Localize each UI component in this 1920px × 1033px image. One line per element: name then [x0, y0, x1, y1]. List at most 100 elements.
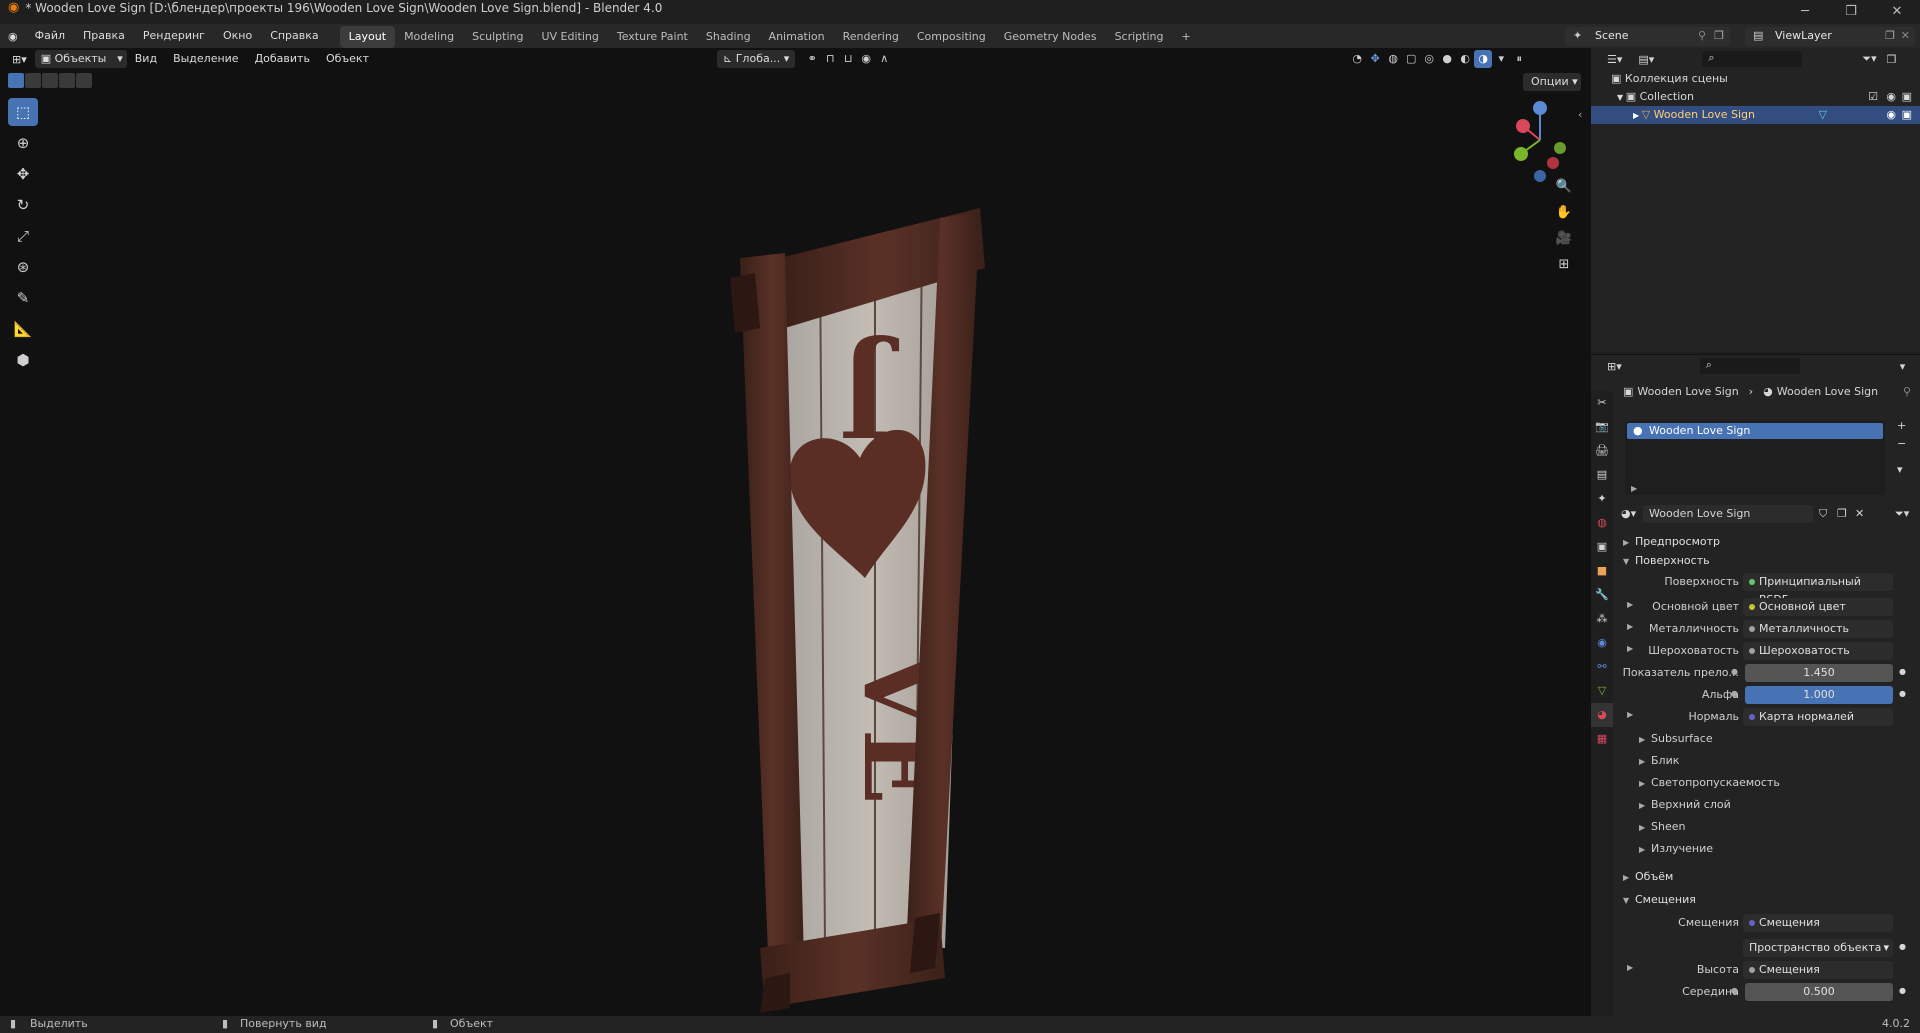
keyframe-dot-icon[interactable]: ●: [1899, 689, 1906, 698]
menu-edit[interactable]: Правка: [74, 24, 134, 48]
menu-help[interactable]: Справка: [261, 24, 327, 48]
subpanel-coat[interactable]: ▶ Верхний слой: [1639, 796, 1731, 814]
pin-icon[interactable]: ⚲: [1698, 29, 1706, 42]
socket-dot-icon[interactable]: ●: [1731, 667, 1738, 676]
pause-icon[interactable]: ⏸: [1510, 50, 1528, 68]
new-scene-icon[interactable]: ❐: [1714, 29, 1724, 42]
subpanel-emission[interactable]: ▶ Излучение: [1639, 840, 1713, 858]
expand-down-icon[interactable]: ▼: [1617, 93, 1626, 102]
maximize-button[interactable]: ❐: [1828, 0, 1874, 24]
material-selector[interactable]: ◕▾ Wooden Love Sign ⛉ ❐ ✕ ⏷▾: [1619, 505, 1915, 523]
eye-icon[interactable]: ◉: [1886, 106, 1896, 124]
filter-icon[interactable]: ⏷▾: [1895, 507, 1909, 521]
tab-compositing[interactable]: Compositing: [908, 26, 995, 48]
proportional-edit-icon[interactable]: ◉: [857, 50, 875, 68]
camera-view-icon[interactable]: 🎥: [1553, 228, 1575, 250]
material-tab-icon[interactable]: ◕: [1591, 703, 1613, 727]
add-slot-icon[interactable]: +: [1897, 419, 1906, 432]
roughness-field[interactable]: Шероховатость: [1743, 642, 1893, 660]
collection-tab-icon[interactable]: ▣: [1591, 535, 1613, 559]
tab-layout[interactable]: Layout: [339, 26, 396, 48]
transform-tool-icon[interactable]: ⊛: [8, 253, 38, 281]
blender-menu-icon[interactable]: ◉: [0, 30, 26, 43]
select-intersect-icon[interactable]: [76, 73, 92, 88]
expand-right-icon[interactable]: ▶: [1633, 111, 1642, 120]
modifier-tab-icon[interactable]: 🔧: [1591, 583, 1613, 607]
pin-icon[interactable]: ⚲: [1903, 385, 1911, 398]
menu-window[interactable]: Окно: [214, 24, 261, 48]
material-slot-list[interactable]: ● Wooden Love Sign ▶: [1625, 421, 1885, 495]
rendered-shading-icon[interactable]: ◑: [1474, 50, 1493, 68]
new-viewlayer-icon[interactable]: ❐: [1885, 29, 1895, 42]
select-invert-icon[interactable]: [59, 73, 75, 88]
subpanel-specular[interactable]: ▶ Блик: [1639, 752, 1679, 770]
particles-tab-icon[interactable]: ⁂: [1591, 607, 1613, 631]
outliner-editor-icon[interactable]: ☰▾: [1591, 53, 1630, 66]
remove-slot-icon[interactable]: −: [1897, 437, 1906, 450]
filter-icon[interactable]: ⏷▾: [1862, 52, 1876, 66]
tool-tab-icon[interactable]: ✂: [1591, 391, 1613, 415]
camera-render-icon[interactable]: ▣: [1902, 88, 1912, 106]
tab-animation[interactable]: Animation: [760, 26, 834, 48]
navigation-gizmo[interactable]: [1505, 98, 1575, 183]
neg-z-axis-icon[interactable]: [1534, 170, 1546, 182]
snap-target-icon[interactable]: ⊔: [839, 50, 857, 68]
move-tool-icon[interactable]: ✥: [8, 160, 38, 188]
base-color-field[interactable]: Основной цвет: [1743, 598, 1893, 616]
zoom-icon[interactable]: 🔍: [1553, 176, 1575, 198]
tab-rendering[interactable]: Rendering: [834, 26, 908, 48]
cursor-tool-icon[interactable]: ⊕: [8, 129, 38, 157]
tab-modeling[interactable]: Modeling: [395, 26, 463, 48]
options-dropdown[interactable]: Опции ▾: [1523, 73, 1581, 91]
metallic-field[interactable]: Металличность: [1743, 620, 1893, 638]
texture-tab-icon[interactable]: ▦: [1591, 727, 1613, 751]
height-field[interactable]: Смещения: [1743, 961, 1893, 979]
select-new-icon[interactable]: [8, 73, 24, 88]
close-button[interactable]: ✕: [1874, 0, 1920, 24]
select-extend-icon[interactable]: [25, 73, 41, 88]
annotate-tool-icon[interactable]: ✎: [8, 284, 38, 312]
add-cube-tool-icon[interactable]: ⬢: [8, 346, 38, 374]
remove-viewlayer-icon[interactable]: ✕: [1901, 29, 1910, 42]
outliner-search-icon[interactable]: ⌕: [1702, 51, 1803, 67]
x-axis-icon[interactable]: [1516, 119, 1530, 133]
snap-icon[interactable]: ⊓: [821, 50, 839, 68]
world-tab-icon[interactable]: ◍: [1591, 511, 1613, 535]
subpanel-subsurface[interactable]: ▶ Subsurface: [1639, 730, 1713, 748]
space-dropdown[interactable]: Пространство объекта ▾: [1743, 939, 1893, 957]
menu-render[interactable]: Рендеринг: [134, 24, 214, 48]
data-tab-icon[interactable]: ▽: [1591, 679, 1613, 703]
tab-texture-paint[interactable]: Texture Paint: [608, 26, 697, 48]
checkbox-icon[interactable]: ☑: [1868, 88, 1878, 106]
pan-hand-icon[interactable]: ✋: [1553, 202, 1575, 224]
outliner-row-object[interactable]: ▶ ▽ Wooden Love Sign ▽ ◉ ▣: [1591, 106, 1920, 124]
falloff-icon[interactable]: ∧: [875, 50, 893, 68]
wooden-love-sign-object[interactable]: J VE: [660, 128, 1060, 1028]
display-mode-icon[interactable]: ▤▾: [1630, 53, 1662, 66]
expand-right-icon[interactable]: ▶: [1631, 484, 1637, 493]
object-tab-icon[interactable]: ■: [1591, 559, 1613, 583]
constraints-tab-icon[interactable]: ⚯: [1591, 655, 1613, 679]
section-preview[interactable]: ▶ Предпросмотр: [1623, 533, 1720, 551]
pivot-icon[interactable]: ⚭: [803, 50, 821, 68]
expand-right-icon[interactable]: ▶: [1627, 622, 1633, 631]
subpanel-sheen[interactable]: ▶ Sheen: [1639, 818, 1685, 836]
unlink-icon[interactable]: ✕: [1855, 507, 1864, 520]
select-subtract-icon[interactable]: [42, 73, 58, 88]
minimize-button[interactable]: ─: [1782, 0, 1828, 24]
expand-right-icon[interactable]: ▶: [1627, 644, 1633, 653]
menu-object[interactable]: Объект: [318, 48, 377, 70]
tab-sculpting[interactable]: Sculpting: [463, 26, 532, 48]
expand-right-icon[interactable]: ▶: [1627, 963, 1633, 972]
normal-field[interactable]: Карта нормалей: [1743, 708, 1893, 726]
measure-tool-icon[interactable]: 📐: [8, 315, 38, 343]
section-displacement[interactable]: ▼ Смещения: [1623, 891, 1696, 909]
output-tab-icon[interactable]: 🖨: [1591, 439, 1613, 463]
alpha-field[interactable]: 1.000: [1745, 686, 1893, 704]
neg-x-axis-icon[interactable]: [1547, 157, 1559, 169]
neg-y-axis-icon[interactable]: [1554, 142, 1566, 154]
rotate-tool-icon[interactable]: ↻: [8, 191, 38, 219]
gizmo-toggle-icon[interactable]: ✥: [1366, 50, 1384, 68]
displacement-field[interactable]: Смещения: [1743, 914, 1893, 932]
material-name-field[interactable]: Wooden Love Sign: [1643, 505, 1813, 523]
